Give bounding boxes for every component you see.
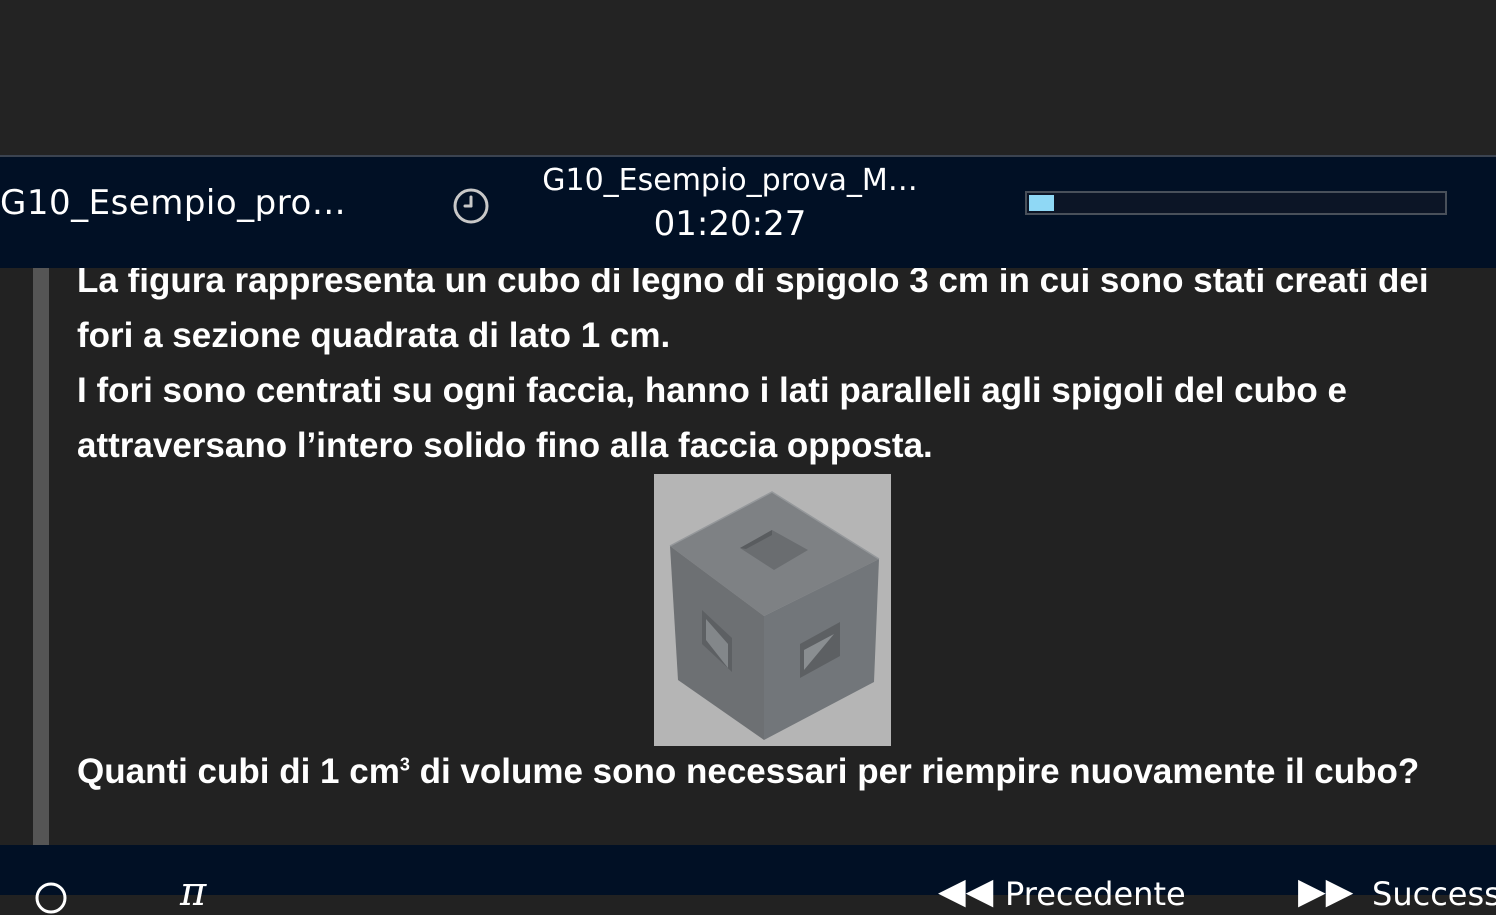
progress-bar <box>1025 191 1447 215</box>
content-left-bar <box>33 268 49 845</box>
clock-icon <box>453 188 489 224</box>
pi-icon[interactable]: π <box>180 869 206 915</box>
info-icon[interactable] <box>34 881 68 915</box>
cube-figure <box>654 474 891 746</box>
timer-block: G10_Esempio_prova_M… 01:20:27 <box>520 163 940 244</box>
question-text: La figura rappresenta un cubo di legno d… <box>77 268 1472 473</box>
test-name-center: G10_Esempio_prova_M… <box>542 163 918 198</box>
navigation-footer: π ◀◀ Precedente ▶▶ Successivo <box>0 845 1496 915</box>
timer-text: 01:20:27 <box>653 204 807 244</box>
progress-bar-fill <box>1029 195 1054 211</box>
cube-with-holes-image <box>669 491 880 740</box>
top-blank-area <box>0 0 1496 155</box>
next-button[interactable]: Successivo <box>1372 875 1496 913</box>
test-header: G10_Esempio_pro… G10_Esempio_prova_M… 01… <box>0 155 1496 268</box>
test-name-short: G10_Esempio_pro… <box>0 183 347 223</box>
question-paragraph-2: I fori sono centrati su ogni faccia, han… <box>77 371 1347 465</box>
question-prompt-part1: Quanti cubi di 1 cm <box>77 752 400 791</box>
question-prompt-part2: di volume sono necessari per riempire nu… <box>409 752 1420 791</box>
question-prompt-superscript: 3 <box>399 754 410 775</box>
question-content[interactable]: La figura rappresenta un cubo di legno d… <box>0 268 1496 845</box>
question-paragraph-1: La figura rappresenta un cubo di legno d… <box>77 268 1429 355</box>
previous-button[interactable]: Precedente <box>1005 875 1186 913</box>
rewind-icon[interactable]: ◀◀ <box>938 871 993 912</box>
fast-forward-icon[interactable]: ▶▶ <box>1298 871 1353 912</box>
question-prompt: Quanti cubi di 1 cm3 di volume sono nece… <box>77 744 1472 799</box>
